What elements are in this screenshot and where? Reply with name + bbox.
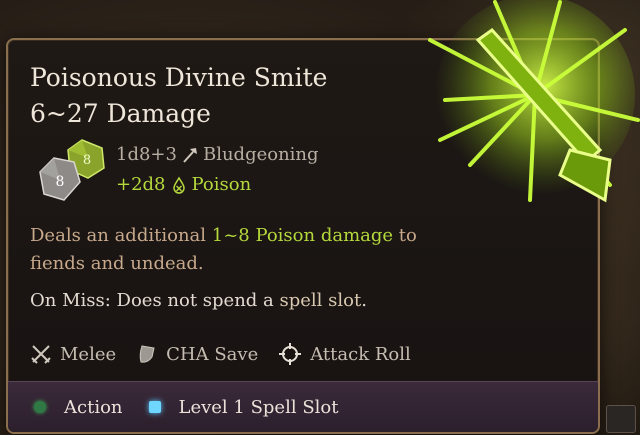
- description-text: Deals an additional: [30, 225, 212, 246]
- action-dot-icon: [34, 401, 46, 413]
- on-miss-end: .: [361, 290, 367, 311]
- smite-spell-icon: [428, 0, 640, 203]
- damage-line-base: 1d8+3 Bludgeoning: [116, 144, 319, 165]
- on-miss-label: On Miss: Does not spend a: [30, 290, 280, 311]
- spell-slot-highlight: spell slot: [279, 290, 362, 311]
- cost-action: Action: [34, 397, 123, 418]
- spell-properties: Melee CHA Save Attack Roll: [30, 342, 431, 366]
- spell-slot-icon: [148, 401, 161, 413]
- property-label: Attack Roll: [310, 343, 411, 365]
- d8-back-label: 8: [83, 153, 91, 168]
- property-cha-save: CHA Save: [136, 343, 258, 365]
- damage-type: Bludgeoning: [202, 144, 319, 165]
- poison-drop-icon: [172, 176, 185, 194]
- menu-corner-icon[interactable]: [606, 405, 636, 433]
- spell-slot-label: Level 1 Spell Slot: [178, 396, 339, 418]
- damage-formula: 1d8+3: [116, 144, 177, 165]
- d8-front-label: 8: [56, 174, 65, 190]
- tooltip-title: Poisonous Divine Smite 6~27 Damage: [30, 60, 327, 132]
- crossed-swords-icon: [31, 345, 51, 364]
- dice-icon: 8 8: [39, 139, 105, 201]
- property-label: CHA Save: [166, 343, 259, 365]
- mace-icon: [183, 147, 197, 163]
- damage-range: 6~27 Damage: [30, 99, 211, 128]
- damage-line-bonus: +2d8 Poison: [116, 174, 251, 195]
- description-highlight: 1~8 Poison damage: [211, 225, 394, 246]
- spell-name: Poisonous Divine Smite: [30, 63, 328, 92]
- property-attack-roll: Attack Roll: [278, 342, 411, 366]
- shield-icon: [139, 345, 155, 363]
- crosshair-icon: [279, 343, 302, 365]
- property-melee: Melee: [30, 343, 116, 365]
- property-label: Melee: [60, 343, 117, 365]
- damage-type: Poison: [191, 174, 252, 195]
- spell-description: Deals an additional 1~8 Poison damage to…: [30, 222, 450, 278]
- damage-formula: +2d8: [116, 174, 166, 195]
- tooltip-footer: Action Level 1 Spell Slot: [8, 381, 598, 432]
- on-miss-text: On Miss: Does not spend a spell slot.: [30, 290, 367, 311]
- action-label: Action: [64, 396, 123, 418]
- cost-spell-slot: Level 1 Spell Slot: [148, 396, 339, 418]
